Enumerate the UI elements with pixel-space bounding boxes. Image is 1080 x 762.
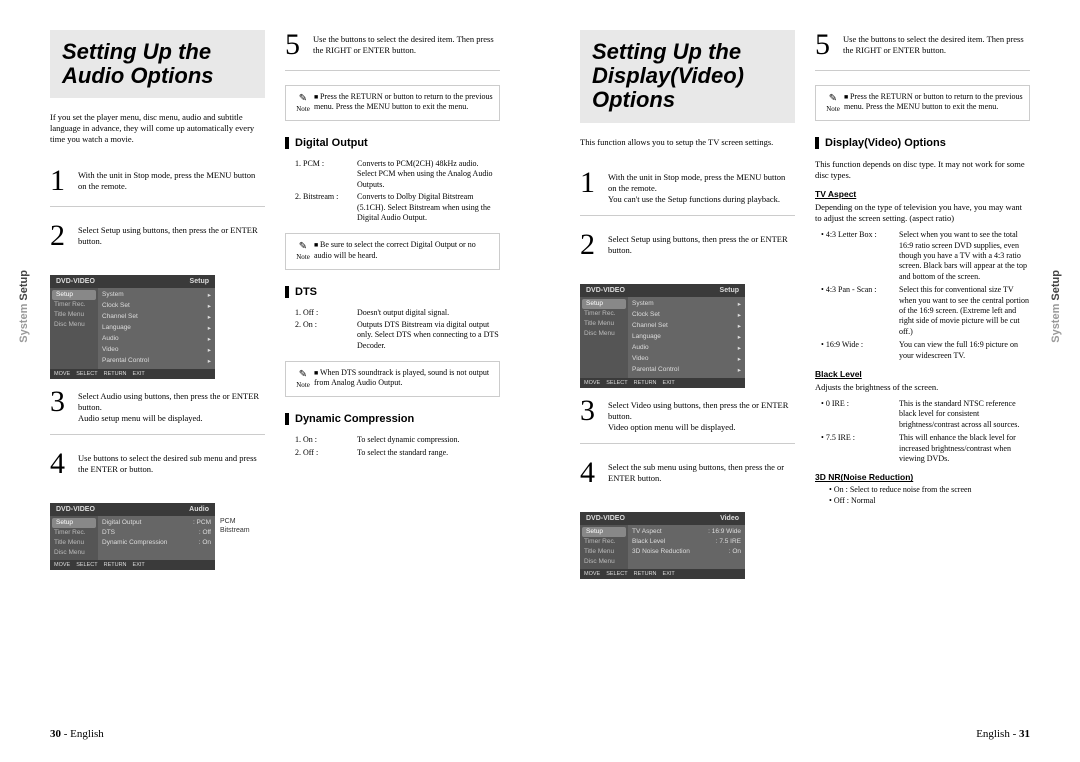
right-columns: Setting Up the Display(Video) Options Th… bbox=[580, 30, 1030, 587]
note-text: Be sure to select the correct Digital Ou… bbox=[314, 240, 493, 262]
step-2: 2Select Setup using buttons, then press … bbox=[50, 221, 265, 261]
left-columns: Setting Up the Audio Options If you set … bbox=[50, 30, 500, 578]
osd-setup-r: DVD-VIDEOSetup Setup Timer Rec. Title Me… bbox=[580, 284, 745, 388]
note-text: Press the RETURN or button to return to … bbox=[314, 92, 493, 114]
step-2: 2Select Setup using buttons, then press … bbox=[580, 230, 795, 270]
video-title: Setting Up the Display(Video) Options bbox=[580, 30, 795, 123]
side-tab-left: System Setup bbox=[18, 270, 30, 343]
digital-output-heading: Digital Output bbox=[285, 137, 500, 149]
left-col-2: 5Use the buttons to select the desired i… bbox=[285, 30, 500, 578]
osd-title-r: Setup bbox=[190, 278, 209, 285]
osd-title-l: DVD-VIDEO bbox=[56, 278, 95, 285]
osd-side: Setup Timer Rec. Title Menu Disc Menu bbox=[50, 288, 98, 369]
step-num: 5 bbox=[285, 30, 313, 60]
step-3: 3Select Video using buttons, then press … bbox=[580, 396, 795, 444]
page-30: System Setup Setting Up the Audio Option… bbox=[0, 0, 540, 762]
audio-intro: If you set the player menu, disc menu, a… bbox=[50, 112, 265, 145]
video-intro: This function allows you to setup the TV… bbox=[580, 137, 795, 148]
page-31: System Setup Setting Up the Display(Vide… bbox=[540, 0, 1080, 762]
osd-setup: DVD-VIDEO Setup Setup Timer Rec. Title Me… bbox=[50, 275, 215, 379]
step-num: 4 bbox=[50, 449, 78, 479]
step-5: 5Use the buttons to select the desired i… bbox=[815, 30, 1030, 71]
3dnr-heading: 3D NR(Noise Reduction) bbox=[815, 472, 1030, 482]
left-col-1: Setting Up the Audio Options If you set … bbox=[50, 30, 265, 578]
step-txt: Select Setup using buttons, then press t… bbox=[78, 221, 265, 251]
pencil-icon: Note bbox=[292, 240, 314, 262]
note-return-r: NotePress the RETURN or button to return… bbox=[815, 85, 1030, 121]
step-num: 2 bbox=[50, 221, 78, 251]
footer-left: 30 - English bbox=[50, 728, 104, 740]
footer-right: English - 31 bbox=[976, 728, 1030, 740]
step-1: 1With the unit in Stop mode, press the M… bbox=[580, 168, 795, 216]
dts-heading: DTS bbox=[285, 286, 500, 298]
step-txt: With the unit in Stop mode, press the ME… bbox=[78, 166, 265, 196]
step-1: 1With the unit in Stop mode, press the M… bbox=[50, 166, 265, 207]
pencil-icon: Note bbox=[822, 92, 844, 114]
step-txt: Use buttons to select the desired sub me… bbox=[78, 449, 265, 479]
step-num: 1 bbox=[50, 166, 78, 196]
note-digital: NoteBe sure to select the correct Digita… bbox=[285, 233, 500, 269]
black-level-heading: Black Level bbox=[815, 369, 1030, 379]
step-3: 3Select Audio using buttons, then press … bbox=[50, 387, 265, 435]
step-num: 3 bbox=[50, 387, 78, 424]
note-return: NotePress the RETURN or button to return… bbox=[285, 85, 500, 121]
step-4: 4Select the sub menu using buttons, then… bbox=[580, 458, 795, 498]
osd-audio: PCM Bitstream DVD-VIDEOAudio Setup Timer… bbox=[50, 503, 215, 570]
osd-label: PCM Bitstream bbox=[220, 517, 250, 537]
osd-main: System Clock Set Channel Set Language Au… bbox=[98, 288, 215, 369]
display-options-heading: Display(Video) Options bbox=[815, 137, 1030, 149]
step-4: 4Use buttons to select the desired sub m… bbox=[50, 449, 265, 489]
side-tab-right: System Setup bbox=[1050, 270, 1062, 343]
note-text: When DTS soundtrack is played, sound is … bbox=[314, 368, 493, 390]
step-txt: Use the buttons to select the desired it… bbox=[313, 30, 500, 60]
osd-video: DVD-VIDEOVideo Setup Timer Rec. Title Me… bbox=[580, 512, 745, 579]
step-txt: Select Audio using buttons, then press t… bbox=[78, 387, 265, 424]
pencil-icon: Note bbox=[292, 92, 314, 114]
note-dts: NoteWhen DTS soundtrack is played, sound… bbox=[285, 361, 500, 397]
step-5: 5Use the buttons to select the desired i… bbox=[285, 30, 500, 71]
right-col-2: 5Use the buttons to select the desired i… bbox=[815, 30, 1030, 587]
tv-aspect-heading: TV Aspect bbox=[815, 189, 1030, 199]
dynamic-heading: Dynamic Compression bbox=[285, 413, 500, 425]
right-col-1: Setting Up the Display(Video) Options Th… bbox=[580, 30, 795, 587]
pencil-icon: Note bbox=[292, 368, 314, 390]
audio-title: Setting Up the Audio Options bbox=[50, 30, 265, 98]
